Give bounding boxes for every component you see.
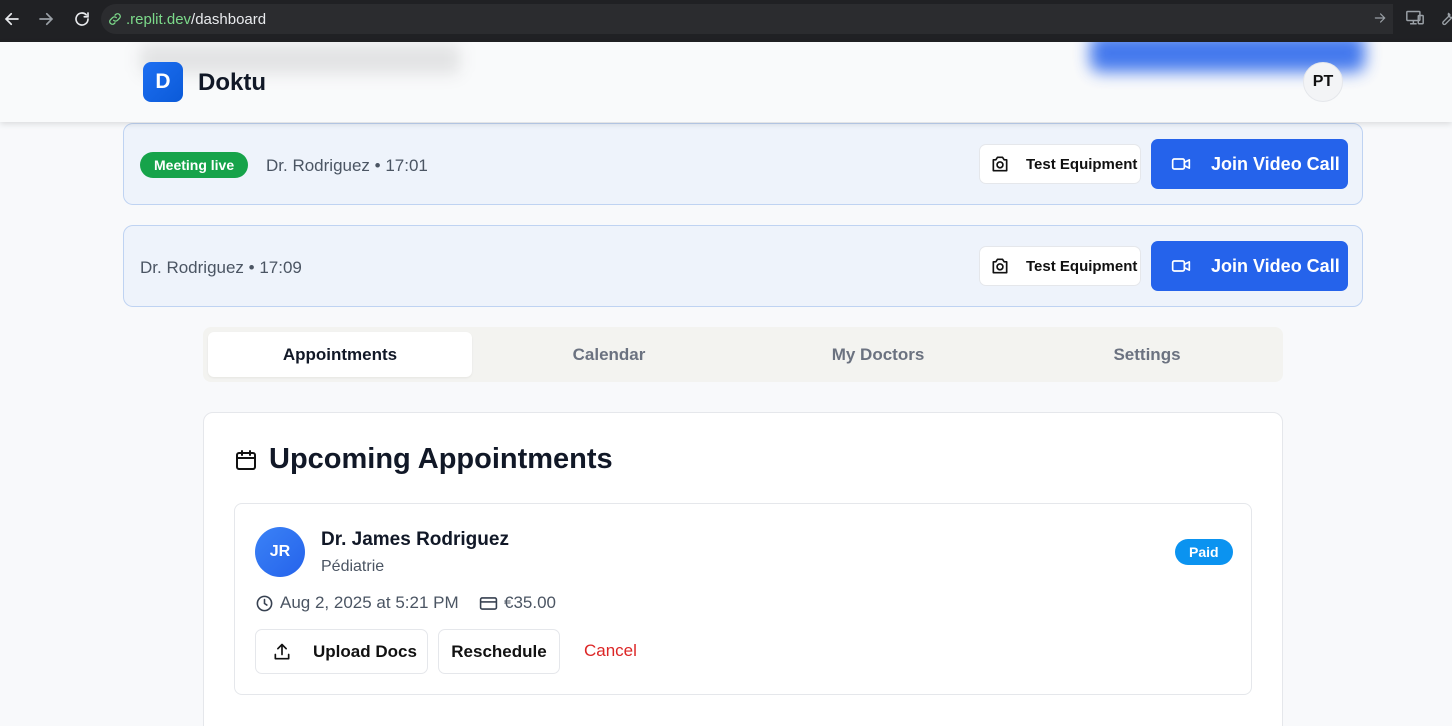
test-equipment-label: Test Equipment <box>1026 155 1138 173</box>
url-host: .replit.dev <box>126 10 192 28</box>
doctor-name: Dr. James Rodriguez <box>321 529 509 550</box>
back-arrow-icon[interactable] <box>0 7 24 31</box>
forward-arrow-icon[interactable] <box>34 7 58 31</box>
tab-calendar[interactable]: Calendar <box>477 332 741 377</box>
video-icon <box>1171 256 1211 276</box>
appointment-price: €35.00 <box>479 593 556 613</box>
logo-icon[interactable]: D <box>143 62 183 102</box>
upload-icon <box>272 642 313 662</box>
go-arrow-icon[interactable] <box>1373 11 1387 29</box>
price-text: €35.00 <box>504 593 556 612</box>
reload-icon[interactable] <box>70 7 94 31</box>
clock-icon <box>255 594 280 613</box>
join-video-call-label: Join Video Call <box>1211 153 1340 174</box>
calendar-icon <box>234 448 269 472</box>
tab-settings[interactable]: Settings <box>1015 332 1279 377</box>
datetime-text: Aug 2, 2025 at 5:21 PM <box>280 593 459 612</box>
upcoming-appointments-card: Upcoming Appointments JR Dr. James Rodri… <box>203 412 1283 726</box>
camera-icon <box>990 154 1026 174</box>
test-equipment-button[interactable]: Test Equipment <box>979 144 1141 184</box>
user-avatar[interactable]: PT <box>1303 62 1343 102</box>
doctor-specialty: Pédiatrie <box>321 558 385 575</box>
app-header: D Doktu PT <box>0 42 1452 122</box>
upload-docs-label: Upload Docs <box>313 641 417 661</box>
payment-status-badge: Paid <box>1175 539 1233 565</box>
reschedule-button[interactable]: Reschedule <box>438 629 560 674</box>
tab-appointments[interactable]: Appointments <box>208 332 472 377</box>
tab-my-doctors[interactable]: My Doctors <box>746 332 1010 377</box>
devices-icon[interactable] <box>1405 9 1425 32</box>
join-video-call-button[interactable]: Join Video Call <box>1151 241 1348 291</box>
meeting-info: Dr. Rodriguez • 17:01 <box>266 156 428 175</box>
wrench-icon[interactable] <box>1438 9 1452 32</box>
appointment-datetime: Aug 2, 2025 at 5:21 PM <box>255 593 459 613</box>
join-video-call-label: Join Video Call <box>1211 255 1340 276</box>
camera-icon <box>990 256 1026 276</box>
meeting-info: Dr. Rodriguez • 17:09 <box>140 258 302 277</box>
test-equipment-button[interactable]: Test Equipment <box>979 246 1141 286</box>
cancel-button[interactable]: Cancel <box>584 641 637 661</box>
upload-docs-button[interactable]: Upload Docs <box>255 629 428 674</box>
appointment-item: JR Dr. James Rodriguez Pédiatrie Paid Au… <box>234 503 1252 695</box>
meeting-live-badge: Meeting live <box>140 152 249 178</box>
card-title: Upcoming Appointments <box>234 443 613 476</box>
credit-card-icon <box>479 594 504 613</box>
doctor-avatar: JR <box>255 527 305 577</box>
join-video-call-button[interactable]: Join Video Call <box>1151 139 1348 189</box>
link-icon <box>107 11 123 27</box>
test-equipment-label: Test Equipment <box>1026 257 1138 275</box>
browser-toolbar: .replit.dev/dashboard <box>0 0 1452 42</box>
meeting-banner: Dr. Rodriguez • 17:09 Test Equipment Joi… <box>123 225 1363 307</box>
address-bar[interactable]: .replit.dev/dashboard <box>101 4 1393 34</box>
app-name[interactable]: Doktu <box>198 69 266 97</box>
dashboard-tabs: Appointments Calendar My Doctors Setting… <box>203 327 1283 382</box>
card-title-text: Upcoming Appointments <box>269 443 613 475</box>
url-path: /dashboard <box>191 10 267 28</box>
blurred-overlay-text <box>140 44 460 74</box>
video-icon <box>1171 154 1211 174</box>
meeting-banner: Meeting live Dr. Rodriguez • 17:01 Test … <box>123 123 1363 205</box>
